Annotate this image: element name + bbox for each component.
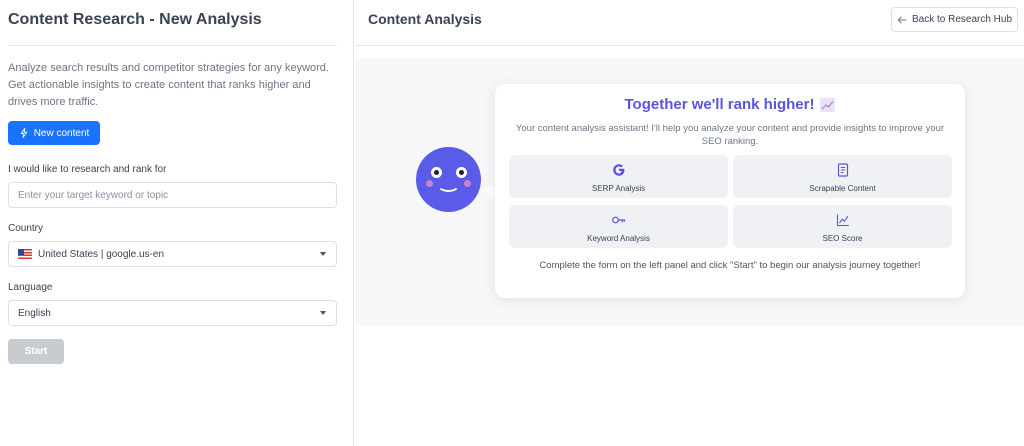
back-to-research-hub-button[interactable]: Back to Research Hub [891, 7, 1018, 32]
language-value: English [18, 307, 51, 319]
page-description: Analyze search results and competitor st… [8, 62, 329, 108]
language-label: Language [8, 282, 53, 293]
avatar-cheek [464, 180, 471, 187]
tile-label: Scrapable Content [809, 184, 876, 193]
new-content-button[interactable]: New content [8, 121, 100, 145]
card-title: Together we'll rank higher! [495, 96, 965, 113]
keyword-placeholder: Enter your target keyword or topic [18, 189, 169, 201]
tile-keyword-analysis: Keyword Analysis [509, 205, 728, 248]
start-button[interactable]: Start [8, 339, 64, 364]
tile-scrapable-content: Scrapable Content [733, 155, 952, 198]
lightning-icon [20, 128, 27, 138]
language-select[interactable]: English [8, 300, 337, 326]
card-subtitle: Your content analysis assistant! I'll he… [515, 123, 945, 147]
assistant-avatar [416, 147, 481, 212]
card-footer: Complete the form on the left panel and … [539, 260, 921, 271]
divider [8, 45, 337, 46]
new-content-label: New content [33, 127, 90, 139]
line-chart-icon [836, 214, 849, 227]
page-title: Content Research - New Analysis [8, 11, 262, 28]
tile-serp-analysis: SERP Analysis [509, 155, 728, 198]
panel-title: Content Analysis [368, 11, 482, 27]
keyword-label: I would like to research and rank for [8, 164, 167, 175]
right-panel: Content Analysis Back to Research Hub To… [355, 0, 1024, 446]
avatar-smile [437, 177, 460, 192]
back-label: Back to Research Hub [911, 14, 1013, 25]
country-select[interactable]: United States | google.us-en [8, 241, 337, 267]
caret-down-icon [320, 311, 326, 315]
right-header: Content Analysis Back to Research Hub [355, 0, 1024, 46]
us-flag-icon [18, 249, 32, 259]
analysis-stage: Together we'll rank higher! Your content… [355, 58, 1024, 326]
welcome-card: Together we'll rank higher! Your content… [495, 84, 965, 298]
card-title-text: Together we'll rank higher! [624, 96, 815, 113]
country-value: United States | google.us-en [38, 248, 165, 260]
tile-label: SEO Score [822, 234, 863, 243]
keyword-input[interactable]: Enter your target keyword or topic [8, 182, 337, 208]
google-g-icon [612, 164, 624, 176]
chart-increasing-icon [820, 97, 836, 112]
country-label: Country [8, 223, 44, 234]
tile-label: Keyword Analysis [587, 234, 650, 243]
tile-seo-score: SEO Score [733, 205, 952, 248]
tile-label: SERP Analysis [591, 184, 646, 193]
key-icon [611, 216, 625, 224]
left-panel: Content Research - New Analysis Analyze … [0, 0, 354, 446]
caret-down-icon [320, 252, 326, 256]
document-icon [837, 163, 848, 177]
arrow-left-icon [897, 16, 907, 23]
avatar-cheek [426, 180, 433, 187]
